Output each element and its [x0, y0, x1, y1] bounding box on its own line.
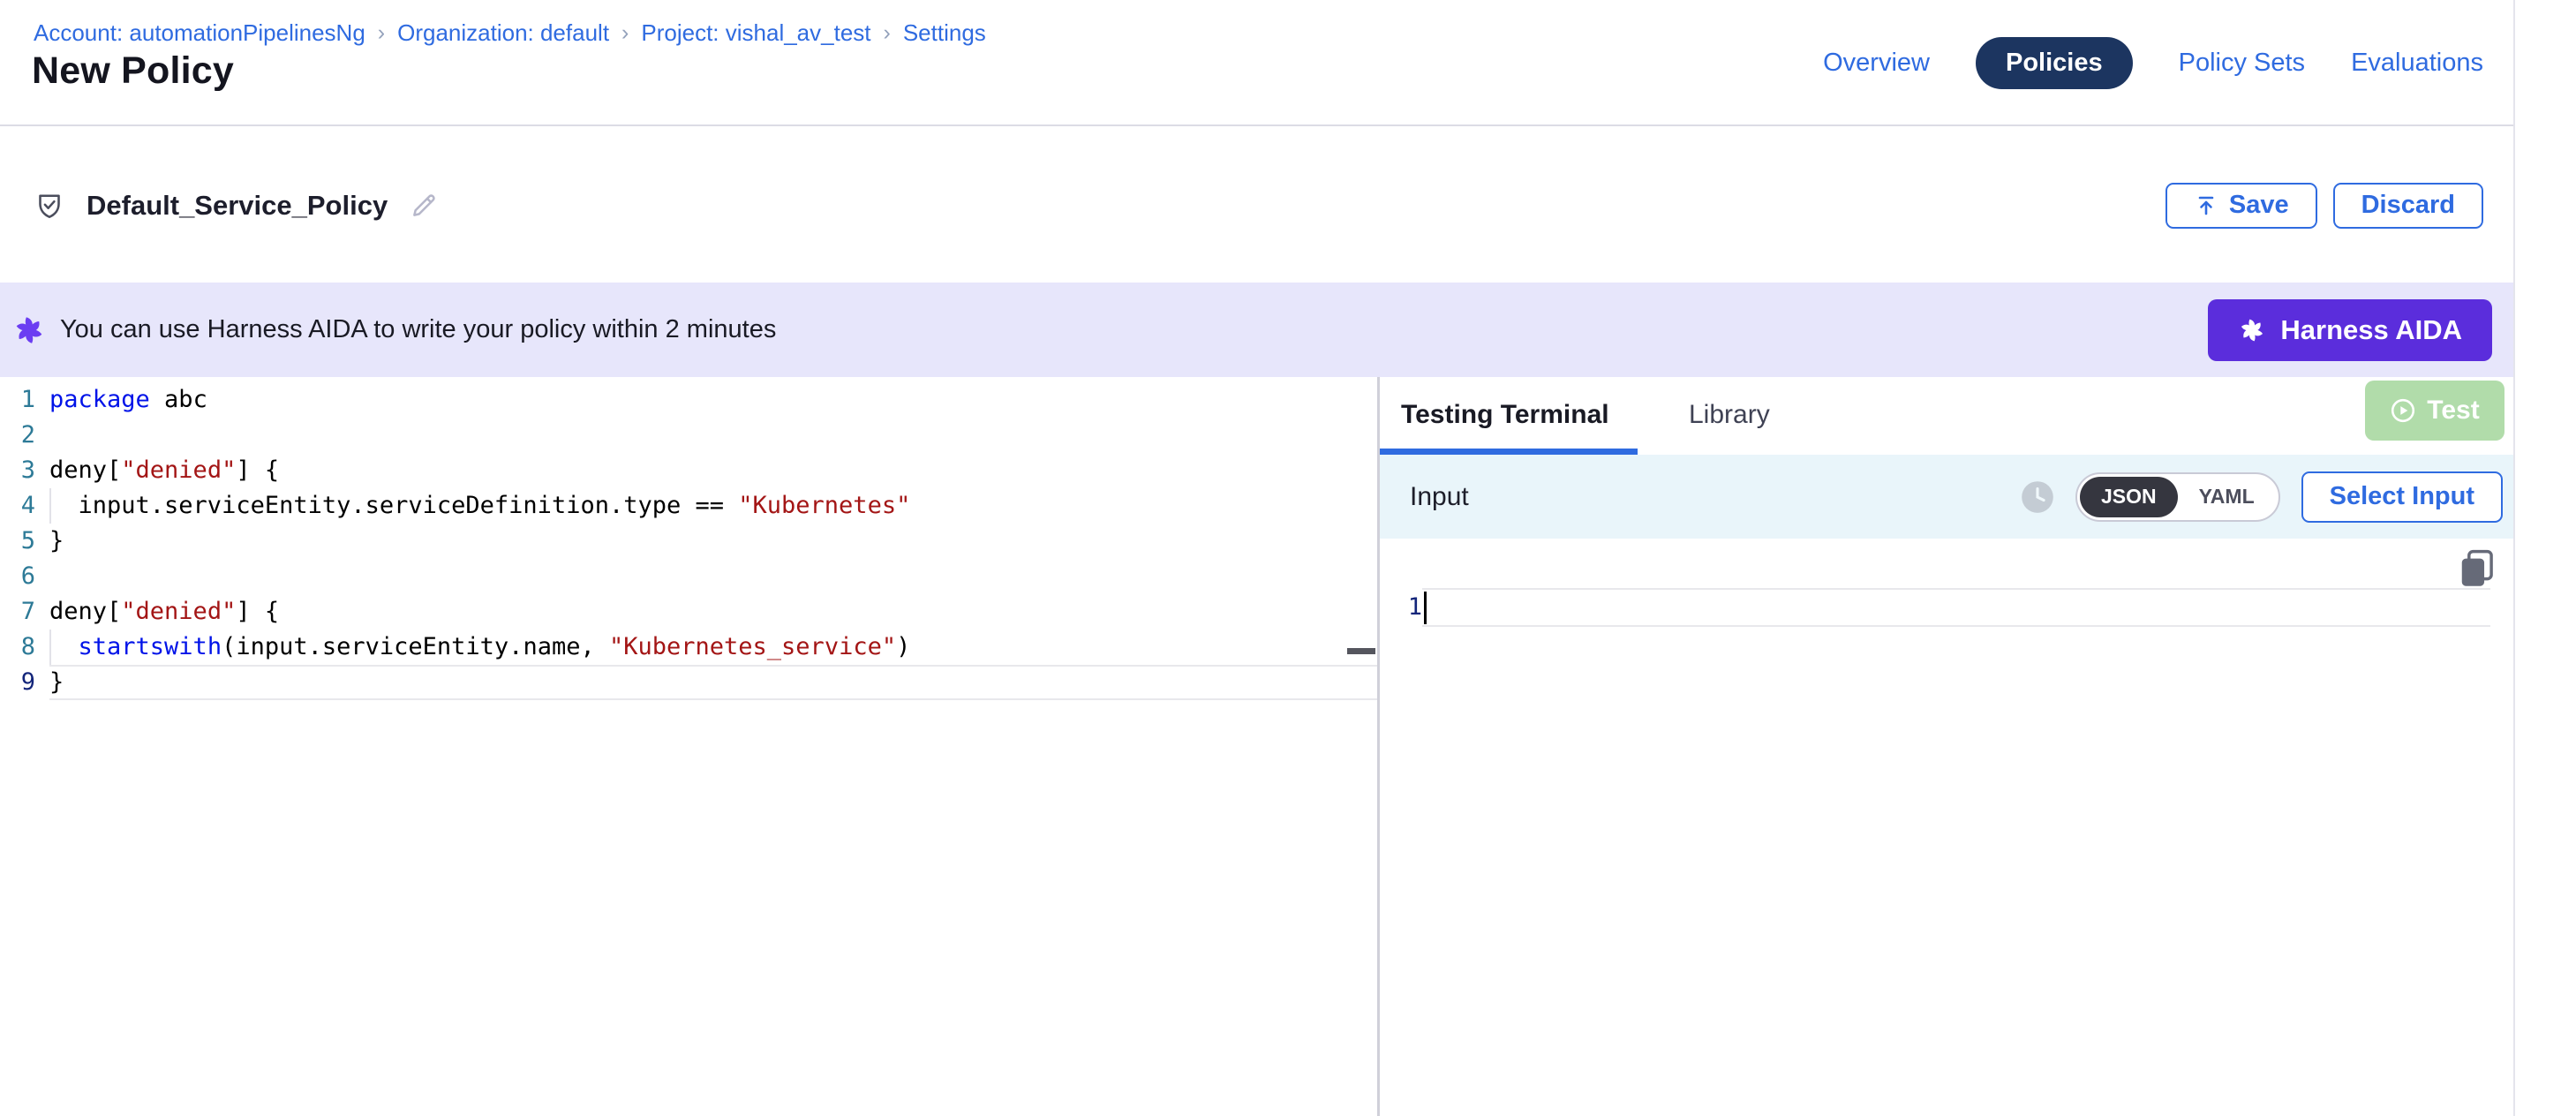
breadcrumb-separator-icon: ›: [621, 20, 629, 46]
line-number: 9: [0, 665, 35, 700]
format-toggle: JSON YAML: [2075, 472, 2280, 522]
code-text: }: [49, 665, 1377, 700]
active-tab-underline: [1380, 449, 1638, 455]
overview-ruler-cursor-mark: [1347, 648, 1375, 654]
save-label: Save: [2229, 191, 2289, 220]
code-text: }: [49, 524, 1377, 559]
code-line: 8 startswith(input.serviceEntity.name, "…: [0, 630, 1377, 665]
test-label: Test: [2427, 396, 2479, 426]
code-line: 2: [0, 418, 1377, 453]
select-input-button[interactable]: Select Input: [2301, 471, 2503, 523]
aida-banner-message: You can use Harness AIDA to write your p…: [60, 315, 776, 344]
page-header: Account: automationPipelinesNg › Organizat…: [0, 0, 2513, 126]
harness-aida-label: Harness AIDA: [2280, 314, 2462, 346]
main-split: 1package abc23deny["denied"] {4 input.se…: [0, 377, 2513, 1116]
code-line: 4 input.serviceEntity.serviceDefinition.…: [0, 488, 1377, 524]
code-line: 7 deny["denied"] {: [0, 594, 1377, 630]
code-line: 6: [0, 559, 1377, 594]
rego-code-lines: 1package abc23deny["denied"] {4 input.se…: [0, 382, 1377, 700]
aida-flower-icon: [12, 313, 46, 347]
discard-button[interactable]: Discard: [2333, 183, 2483, 229]
breadcrumb-link[interactable]: Organization: default: [397, 19, 609, 47]
test-button[interactable]: Test: [2365, 381, 2504, 441]
aida-banner-message-group: You can use Harness AIDA to write your p…: [12, 283, 776, 377]
testing-terminal-panel: Testing Terminal Library Test Input: [1380, 377, 2513, 1116]
line-number: 1: [0, 382, 35, 418]
code-line: 3 deny["denied"] {: [0, 453, 1377, 488]
policy-toolbar: Default_Service_Policy Save Discard: [0, 128, 2513, 283]
toggle-option-yaml[interactable]: YAML: [2178, 477, 2276, 517]
toolbar-actions: Save Discard: [2165, 128, 2483, 283]
breadcrumb-link[interactable]: Project: vishal_av_test: [641, 19, 870, 47]
line-number: 8: [0, 630, 35, 665]
breadcrumb-separator-icon: ›: [884, 20, 891, 46]
breadcrumb-link[interactable]: Settings: [903, 19, 986, 47]
page-title: New Policy: [32, 49, 234, 93]
tab-evaluations[interactable]: Evaluations: [2351, 49, 2483, 78]
code-text: [49, 418, 1377, 453]
line-number: 7: [0, 594, 35, 630]
code-text: [49, 559, 1377, 594]
shield-check-icon: [34, 190, 65, 222]
copy-icon[interactable]: [2457, 547, 2497, 588]
tab-overview[interactable]: Overview: [1823, 49, 1930, 78]
line-number: 1: [1392, 590, 1422, 625]
code-text: startswith(input.serviceEntity.name, "Ku…: [49, 630, 1377, 665]
harness-aida-button[interactable]: Harness AIDA: [2208, 299, 2492, 361]
line-number: 3: [0, 453, 35, 488]
tab-policies[interactable]: Policies: [1976, 37, 2133, 89]
edit-pencil-icon[interactable]: [409, 191, 439, 221]
header-tabs: Overview Policies Policy Sets Evaluations: [1823, 37, 2483, 89]
input-controls: JSON YAML Select Input: [2021, 471, 2503, 523]
select-input-label: Select Input: [2330, 482, 2474, 511]
policy-editor-page: Account: automationPipelinesNg › Organizat…: [0, 0, 2576, 1116]
breadcrumb-separator-icon: ›: [378, 20, 385, 46]
input-label: Input: [1410, 482, 1469, 512]
policy-name-group: Default_Service_Policy: [34, 128, 439, 283]
upload-icon: [2194, 193, 2218, 218]
save-button[interactable]: Save: [2165, 183, 2317, 229]
tab-policy-sets[interactable]: Policy Sets: [2179, 49, 2305, 78]
code-text: package abc: [49, 382, 1377, 418]
input-json-editor[interactable]: 1: [1380, 539, 2513, 1116]
aida-banner: You can use Harness AIDA to write your p…: [0, 283, 2513, 377]
code-text: deny["denied"] {: [49, 594, 1377, 630]
content-right-border: [2513, 0, 2515, 1116]
code-line: 1 package abc: [0, 382, 1377, 418]
line-number: 5: [0, 524, 35, 559]
rego-code-editor[interactable]: 1package abc23deny["denied"] {4 input.se…: [0, 377, 1377, 1116]
breadcrumb-link[interactable]: Account: automationPipelinesNg: [34, 19, 365, 47]
tab-library[interactable]: Library: [1689, 400, 1770, 430]
history-icon[interactable]: [2021, 480, 2054, 514]
discard-label: Discard: [2361, 191, 2455, 220]
policy-name: Default_Service_Policy: [87, 190, 388, 222]
current-line-highlight: [1422, 588, 2490, 627]
tab-testing-terminal[interactable]: Testing Terminal: [1401, 400, 1609, 430]
text-cursor: [1424, 592, 1427, 624]
line-number: 2: [0, 418, 35, 453]
toggle-option-json[interactable]: JSON: [2080, 477, 2178, 517]
code-text: deny["denied"] {: [49, 453, 1377, 488]
code-line: 9}: [0, 665, 1377, 700]
line-number: 4: [0, 488, 35, 524]
aida-flower-icon: [2238, 316, 2266, 344]
play-circle-icon: [2390, 397, 2416, 424]
line-number: 6: [0, 559, 35, 594]
breadcrumb: Account: automationPipelinesNg › Organizat…: [34, 19, 986, 47]
code-text: input.serviceEntity.serviceDefinition.ty…: [49, 488, 1377, 524]
input-bar: Input JSON YAML Select Input: [1380, 455, 2513, 539]
code-line: 5}: [0, 524, 1377, 559]
